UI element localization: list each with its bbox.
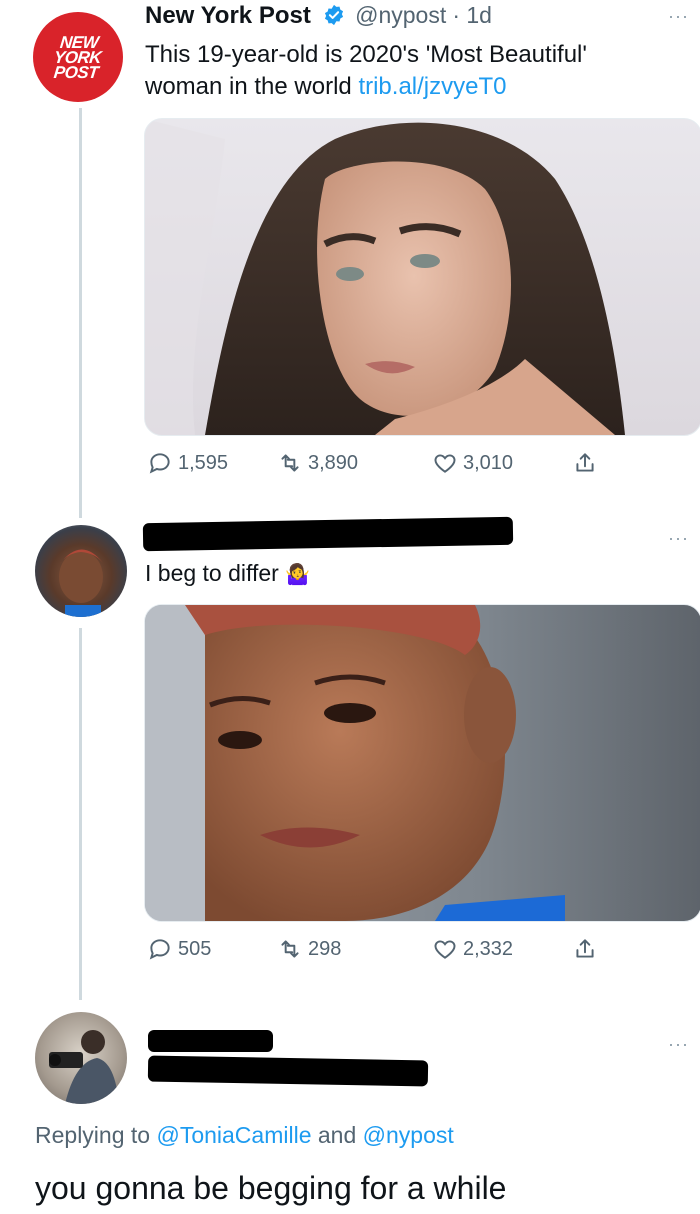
tweet1-text-line2: woman in the world trib.al/jzvyeT0 — [145, 71, 695, 103]
user-avatar-3[interactable] — [35, 1012, 127, 1104]
retweet-icon — [281, 940, 299, 958]
tweet3-more-icon[interactable]: ··· — [668, 1034, 689, 1055]
tweet2-retweet-count: 298 — [308, 937, 342, 960]
thread-line-1 — [79, 108, 82, 518]
tweet1-text-line1: This 19-year-old is 2020's 'Most Beautif… — [145, 41, 587, 68]
tweet1-retweet-button[interactable]: 3,890 — [277, 450, 432, 476]
tweet1-share-button[interactable] — [572, 450, 603, 476]
redacted-username-3a — [148, 1030, 273, 1052]
tweet1-text: This 19-year-old is 2020's 'Most Beautif… — [145, 39, 695, 103]
shrug-emoji: 🤷‍♀️ — [285, 564, 311, 586]
tweet1-more-icon[interactable]: ··· — [668, 6, 689, 27]
reply-icon — [149, 453, 170, 474]
redacted-username-3b — [147, 1055, 429, 1087]
tweet2-actions: 505 298 2,332 — [147, 936, 617, 962]
tweet1-retweet-count: 3,890 — [308, 451, 359, 474]
redacted-username-2 — [142, 516, 514, 552]
heart-icon — [434, 940, 456, 959]
thread-line-2 — [79, 628, 82, 1000]
user-avatar-2[interactable] — [35, 525, 127, 617]
tweet2-more-icon[interactable]: ··· — [668, 528, 689, 549]
tweet1-reply-count: 1,595 — [178, 451, 229, 474]
mention-toniacamille[interactable]: @ToniaCamille — [156, 1122, 311, 1148]
tweet2-text: I beg to differ 🤷‍♀️ — [145, 560, 310, 587]
reply-icon — [149, 939, 170, 960]
tweet2-reply-button[interactable]: 505 — [147, 936, 277, 962]
user-avatar-2-image — [59, 549, 103, 617]
tweet1-like-count: 3,010 — [463, 451, 514, 474]
nypost-logo-text: NEW YORK POST — [53, 32, 103, 82]
tweet2-share-button[interactable] — [572, 936, 603, 962]
tweet2-like-count: 2,332 — [463, 937, 514, 960]
nypost-avatar[interactable]: NEW YORK POST — [33, 12, 123, 102]
mention-nypost[interactable]: @nypost — [363, 1122, 454, 1148]
portrait-image-2 — [145, 605, 565, 921]
tweet2-like-button[interactable]: 2,332 — [432, 936, 572, 962]
verified-badge-icon — [324, 4, 344, 26]
tweet2-text-content: I beg to differ — [145, 560, 279, 586]
tweet1-actions: 1,595 3,890 3,010 — [147, 450, 617, 476]
retweet-icon — [281, 454, 299, 472]
tweet3-text: you gonna be begging for a while — [35, 1170, 507, 1206]
tweet2-reply-count: 505 — [178, 937, 212, 960]
tweet2-retweet-button[interactable]: 298 — [277, 936, 432, 962]
replying-to-line: Replying to @ToniaCamille and @nypost — [35, 1122, 454, 1149]
tweet1-link[interactable]: trib.al/jzvyeT0 — [358, 73, 506, 100]
tweet1-like-button[interactable]: 3,010 — [432, 450, 572, 476]
tweet1-photo[interactable] — [144, 118, 700, 436]
tweet2-photo[interactable] — [144, 604, 700, 922]
tweet1-header: New York Post @nypost · 1d — [145, 2, 492, 30]
heart-icon — [434, 454, 456, 473]
user-avatar-3-image — [49, 1030, 119, 1104]
tweet1-reply-button[interactable]: 1,595 — [147, 450, 277, 476]
tweet1-time[interactable]: · 1d — [452, 2, 492, 28]
share-icon — [576, 453, 594, 472]
tweet1-handle[interactable]: @nypost — [355, 2, 446, 28]
portrait-image-1 — [145, 119, 625, 435]
tweet1-author-name[interactable]: New York Post — [145, 2, 311, 29]
tweet1-text-line2-prefix: woman in the world — [145, 73, 352, 100]
share-icon — [576, 939, 594, 958]
replying-to-label: Replying to — [35, 1122, 151, 1148]
replying-and-label: and — [317, 1122, 357, 1148]
